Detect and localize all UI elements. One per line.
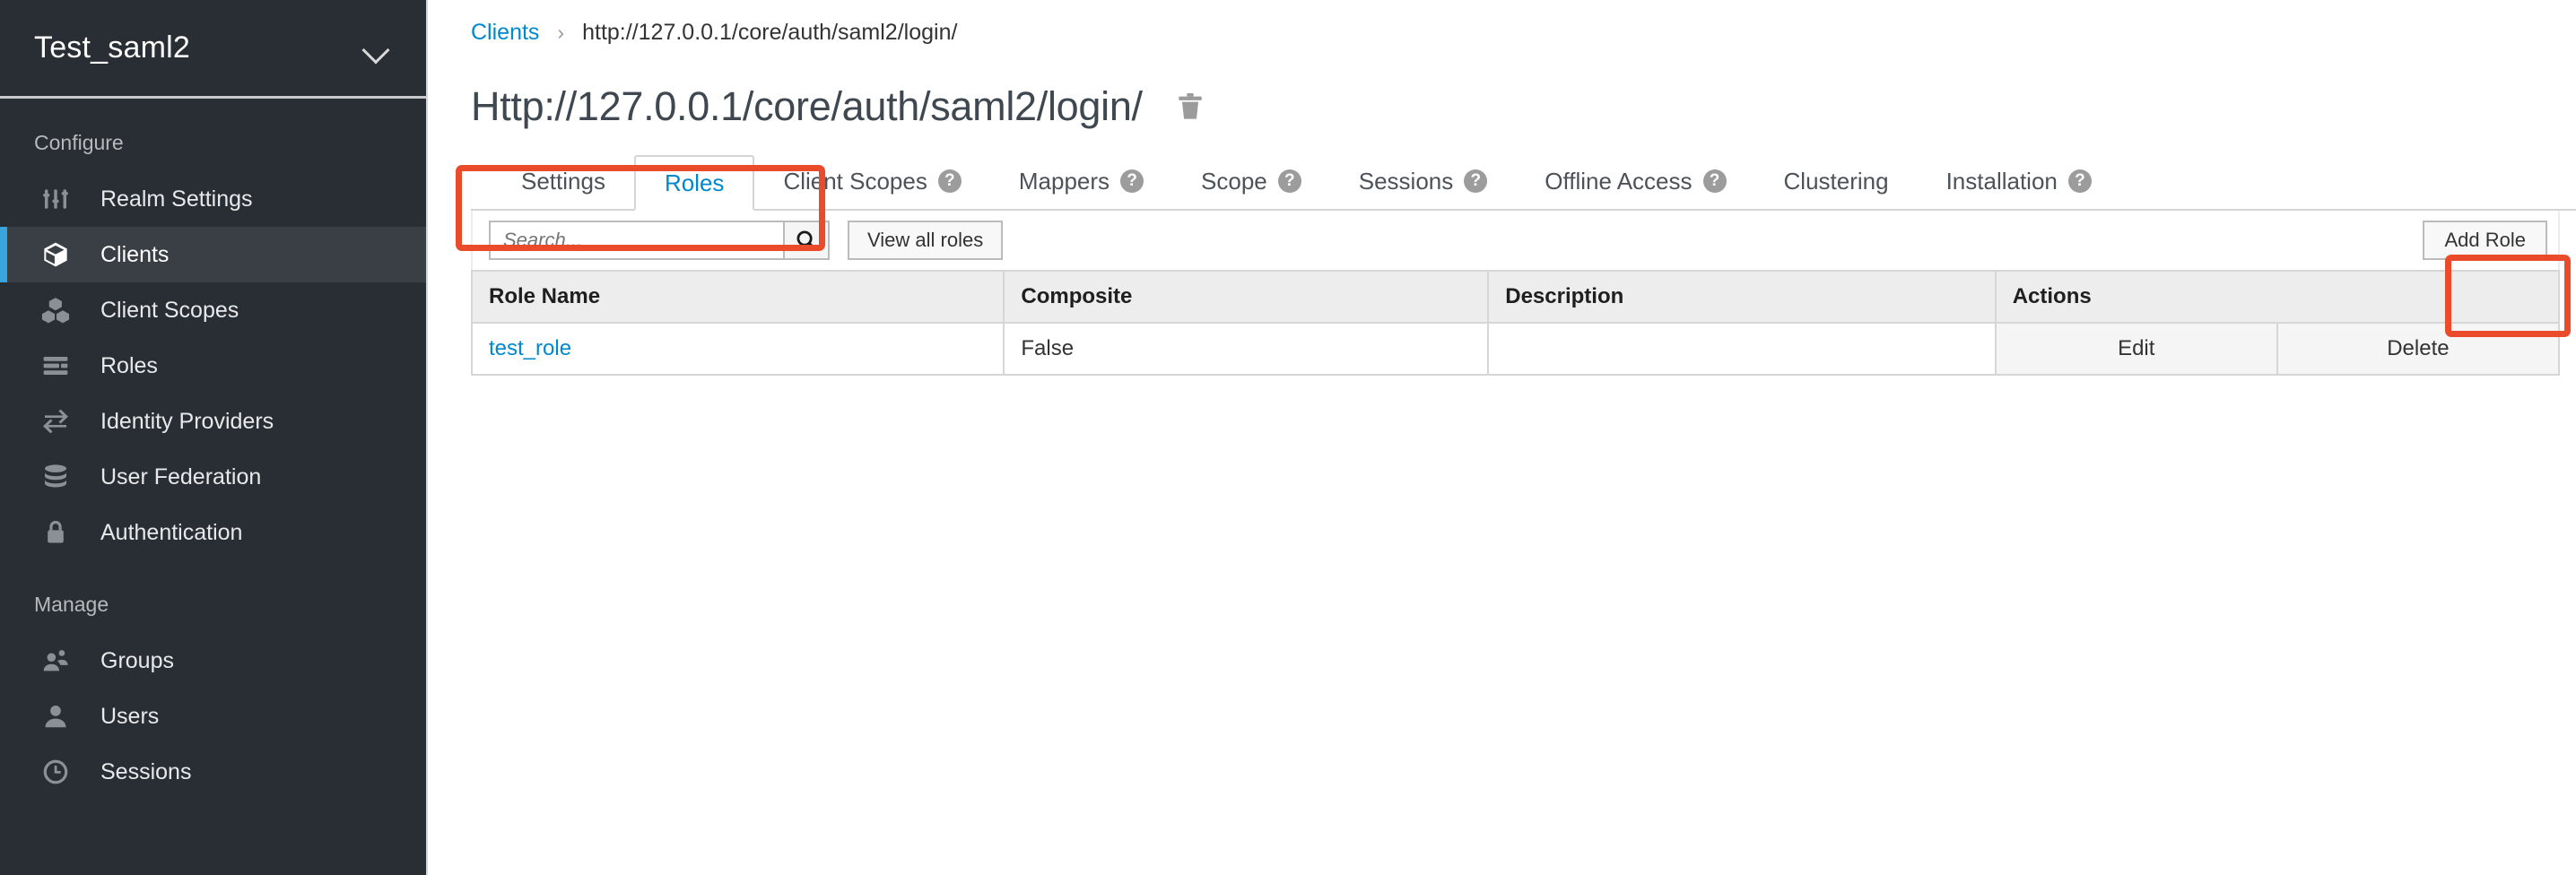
main-content: Clients › http://127.0.0.1/core/auth/sam…: [428, 0, 2576, 875]
tab-client-scopes[interactable]: Client Scopes ?: [754, 153, 989, 209]
sidebar-item-groups[interactable]: Groups: [0, 633, 426, 689]
column-header-composite[interactable]: Composite: [1004, 271, 1488, 323]
realm-name: Test_saml2: [34, 30, 190, 65]
tab-roles[interactable]: Roles: [634, 155, 754, 211]
tab-label: Installation: [1946, 168, 2058, 195]
page-title-row: Http://127.0.0.1/core/auth/saml2/login/: [428, 46, 2576, 130]
role-link[interactable]: test_role: [489, 336, 571, 360]
sidebar-item-label: Realm Settings: [100, 186, 253, 212]
tab-label: Sessions: [1359, 168, 1454, 195]
sidebar-section-manage-label: Manage: [0, 560, 426, 633]
breadcrumb: Clients › http://127.0.0.1/core/auth/sam…: [428, 0, 2576, 46]
tab-installation[interactable]: Installation ?: [1918, 153, 2120, 209]
sliders-icon: [41, 185, 81, 213]
tab-label: Scope: [1201, 168, 1267, 195]
sidebar-item-label: Identity Providers: [100, 409, 274, 435]
table-row: test_role False Edit Delete: [472, 323, 2559, 375]
add-role-button[interactable]: Add Role: [2423, 221, 2547, 260]
delete-button[interactable]: Delete: [2277, 323, 2559, 375]
sidebar-item-label: Authentication: [100, 520, 242, 546]
users-group-icon: [41, 646, 81, 675]
exchange-arrows-icon: [41, 407, 81, 436]
breadcrumb-separator-icon: ›: [557, 21, 564, 45]
sidebar-item-clients[interactable]: Clients: [0, 227, 426, 282]
tab-label: Offline Access: [1545, 168, 1692, 195]
view-all-roles-button[interactable]: View all roles: [848, 221, 1003, 260]
tab-label: Settings: [521, 168, 605, 195]
edit-button[interactable]: Edit: [1996, 323, 2277, 375]
sidebar-item-label: User Federation: [100, 464, 261, 490]
sidebar-item-label: Users: [100, 704, 159, 730]
search-input[interactable]: [489, 221, 783, 260]
sidebar-item-label: Client Scopes: [100, 298, 239, 324]
sidebar-item-user-federation[interactable]: User Federation: [0, 449, 426, 505]
help-icon[interactable]: ?: [1120, 169, 1144, 193]
breadcrumb-link-clients[interactable]: Clients: [471, 20, 539, 46]
tab-label: Clustering: [1784, 168, 1889, 195]
cell-description: [1488, 323, 1995, 375]
trash-icon[interactable]: [1175, 91, 1205, 123]
roles-table: Role Name Composite Description Actions …: [471, 270, 2560, 376]
sidebar-item-users[interactable]: Users: [0, 689, 426, 744]
user-icon: [41, 702, 81, 731]
tab-sessions[interactable]: Sessions ?: [1330, 153, 1517, 209]
sidebar-item-authentication[interactable]: Authentication: [0, 505, 426, 560]
sidebar-item-identity-providers[interactable]: Identity Providers: [0, 394, 426, 449]
sidebar-item-roles[interactable]: Roles: [0, 338, 426, 394]
help-icon[interactable]: ?: [2068, 169, 2092, 193]
tab-clustering[interactable]: Clustering: [1755, 153, 1918, 209]
column-header-role-name[interactable]: Role Name: [472, 271, 1004, 323]
sidebar-item-client-scopes[interactable]: Client Scopes: [0, 282, 426, 338]
column-header-actions: Actions: [1996, 271, 2559, 323]
tab-label: Mappers: [1019, 168, 1110, 195]
tab-label: Roles: [665, 169, 724, 197]
clock-icon: [41, 758, 81, 786]
sidebar-item-label: Sessions: [100, 759, 191, 785]
list-icon: [41, 351, 81, 380]
lock-icon: [41, 518, 81, 547]
help-icon[interactable]: ?: [938, 169, 962, 193]
tab-mappers[interactable]: Mappers ?: [990, 153, 1172, 209]
tab-scope[interactable]: Scope ?: [1172, 153, 1330, 209]
sidebar-item-label: Clients: [100, 242, 169, 268]
tab-label: Client Scopes: [783, 168, 927, 195]
realm-selector[interactable]: Test_saml2: [0, 0, 426, 99]
roles-toolbar: View all roles Add Role: [471, 211, 2560, 270]
table-header-row: Role Name Composite Description Actions: [472, 271, 2559, 323]
app-root: Test_saml2 Configure Realm Settings Clie…: [0, 0, 2576, 875]
cube-icon: [41, 240, 81, 269]
chevron-down-icon: [361, 33, 392, 64]
cell-role-name: test_role: [472, 323, 1004, 375]
sidebar-item-sessions[interactable]: Sessions: [0, 744, 426, 800]
column-header-description[interactable]: Description: [1488, 271, 1995, 323]
sidebar-section-configure-label: Configure: [0, 99, 426, 171]
breadcrumb-current: http://127.0.0.1/core/auth/saml2/login/: [582, 20, 957, 46]
page-title: Http://127.0.0.1/core/auth/saml2/login/: [471, 83, 1143, 130]
tab-settings[interactable]: Settings: [492, 153, 634, 209]
help-icon[interactable]: ?: [1278, 169, 1301, 193]
database-icon: [41, 463, 81, 491]
cell-composite: False: [1004, 323, 1488, 375]
sidebar: Test_saml2 Configure Realm Settings Clie…: [0, 0, 428, 875]
tab-bar: Settings Roles Client Scopes ? Mappers ?…: [471, 155, 2576, 211]
search-group: [489, 221, 830, 260]
sidebar-item-label: Groups: [100, 648, 174, 674]
tab-offline-access[interactable]: Offline Access ?: [1516, 153, 1754, 209]
help-icon[interactable]: ?: [1464, 169, 1487, 193]
help-icon[interactable]: ?: [1703, 169, 1727, 193]
sidebar-item-label: Roles: [100, 353, 158, 379]
cubes-icon: [41, 296, 81, 325]
sidebar-item-realm-settings[interactable]: Realm Settings: [0, 171, 426, 227]
search-icon[interactable]: [783, 221, 830, 260]
